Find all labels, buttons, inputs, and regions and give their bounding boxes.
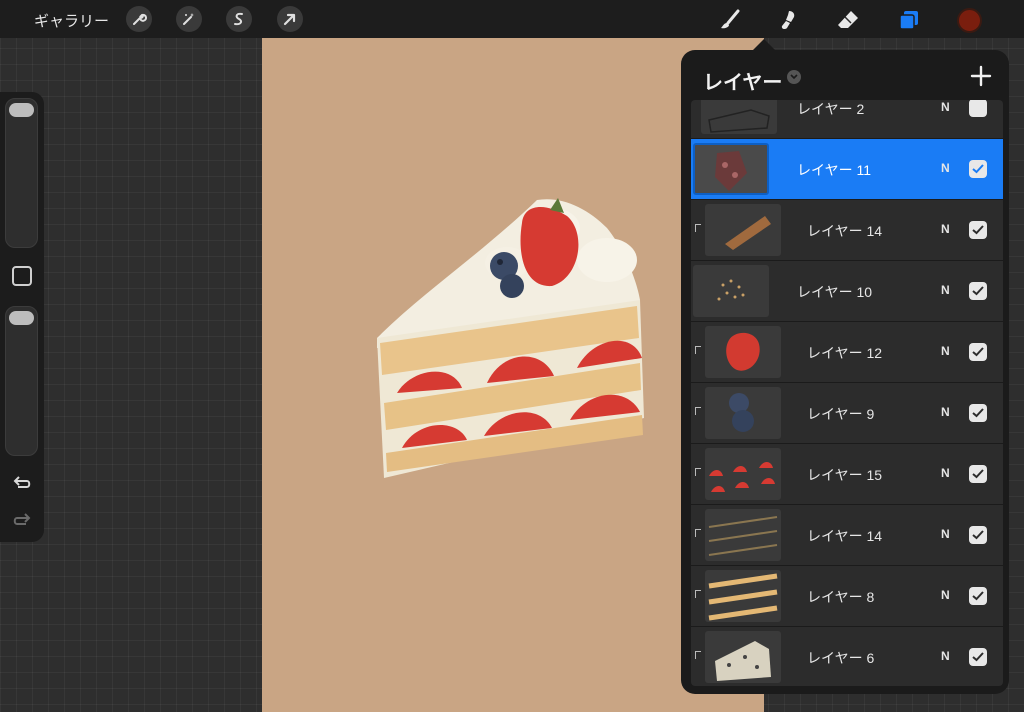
layer-row[interactable]: レイヤー 10 N: [691, 261, 1003, 321]
selection-s-icon[interactable]: [226, 6, 252, 32]
blend-mode-button[interactable]: N: [941, 344, 950, 358]
layer-name: レイヤー 14: [807, 528, 883, 544]
layers-panel-title: レイヤー: [703, 72, 783, 94]
clipping-mask-icon: [695, 651, 701, 659]
blend-mode-button[interactable]: N: [941, 283, 950, 297]
chevron-down-icon[interactable]: [787, 70, 801, 84]
layer-row[interactable]: レイヤー 8 N: [691, 566, 1003, 626]
blend-mode-button[interactable]: N: [941, 527, 950, 541]
layer-row[interactable]: レイヤー 2 N: [691, 100, 1003, 138]
layer-name: レイヤー 12: [807, 345, 883, 361]
blend-mode-button[interactable]: N: [941, 161, 950, 175]
layer-name: レイヤー 6: [807, 650, 875, 666]
layer-visibility-checkbox[interactable]: [969, 587, 987, 605]
layers-list[interactable]: レイヤー 2 N レイヤー 11 N レイヤー 14 N レイヤー 10 N レ…: [691, 100, 1003, 686]
layer-thumbnail: [693, 265, 769, 317]
layer-visibility-checkbox[interactable]: [969, 160, 987, 178]
layer-name: レイヤー 8: [807, 589, 875, 605]
clipping-mask-icon: [695, 590, 701, 598]
blend-mode-button[interactable]: N: [941, 100, 950, 114]
layer-thumbnail: [705, 570, 781, 622]
layer-name: レイヤー 10: [797, 284, 873, 300]
layer-thumbnail: [705, 204, 781, 256]
layer-visibility-checkbox[interactable]: [969, 465, 987, 483]
layer-row[interactable]: レイヤー 12 N: [691, 322, 1003, 382]
blend-mode-button[interactable]: N: [941, 649, 950, 663]
clipping-mask-icon: [695, 468, 701, 476]
brush-icon[interactable]: [716, 6, 744, 34]
brush-size-slider[interactable]: [5, 98, 38, 248]
opacity-slider[interactable]: [5, 306, 38, 456]
layer-thumbnail: [693, 143, 769, 195]
blend-mode-button[interactable]: N: [941, 222, 950, 236]
blend-mode-button[interactable]: N: [941, 405, 950, 419]
layer-row-selected[interactable]: レイヤー 11 N: [691, 139, 1003, 199]
layer-thumbnail: [705, 387, 781, 439]
gallery-button[interactable]: ギャラリー: [34, 10, 109, 31]
clipping-mask-icon: [695, 346, 701, 354]
opacity-knob[interactable]: [9, 311, 34, 325]
layer-name: レイヤー 2: [797, 101, 865, 117]
layer-visibility-checkbox[interactable]: [969, 221, 987, 239]
layer-visibility-checkbox[interactable]: [969, 282, 987, 300]
layers-panel: レイヤー レイヤー 2 N レイヤー 11 N レイヤー 14 N レイヤー 1…: [681, 39, 1009, 694]
layer-visibility-checkbox[interactable]: [969, 404, 987, 422]
transform-arrow-icon[interactable]: [277, 6, 303, 32]
layer-thumbnail: [701, 100, 777, 134]
clipping-mask-icon: [695, 407, 701, 415]
layer-row[interactable]: レイヤー 15 N: [691, 444, 1003, 504]
redo-icon[interactable]: [11, 510, 33, 530]
layer-row[interactable]: レイヤー 14 N: [691, 505, 1003, 565]
plus-icon[interactable]: [969, 64, 993, 88]
layer-thumbnail: [705, 509, 781, 561]
layer-visibility-checkbox[interactable]: [969, 100, 987, 117]
layer-row[interactable]: レイヤー 6 N: [691, 627, 1003, 686]
smudge-icon[interactable]: [774, 6, 802, 34]
blend-mode-button[interactable]: N: [941, 466, 950, 480]
layer-visibility-checkbox[interactable]: [969, 648, 987, 666]
layer-thumbnail: [705, 326, 781, 378]
blend-mode-button[interactable]: N: [941, 588, 950, 602]
color-picker-button[interactable]: [957, 8, 982, 33]
undo-icon[interactable]: [11, 473, 33, 493]
layer-visibility-checkbox[interactable]: [969, 343, 987, 361]
layer-row[interactable]: レイヤー 9 N: [691, 383, 1003, 443]
layer-row[interactable]: レイヤー 14 N: [691, 200, 1003, 260]
layer-name: レイヤー 11: [797, 162, 872, 178]
brush-size-knob[interactable]: [9, 103, 34, 117]
eraser-icon[interactable]: [834, 6, 862, 34]
wrench-icon[interactable]: [126, 6, 152, 32]
layer-thumbnail: [705, 448, 781, 500]
layer-thumbnail: [705, 631, 781, 683]
clipping-mask-icon: [695, 224, 701, 232]
modify-button[interactable]: [12, 266, 32, 286]
layers-icon[interactable]: [895, 6, 923, 34]
left-sidebar: [0, 92, 44, 542]
clipping-mask-icon: [695, 529, 701, 537]
procreate-app: ギャラリー レイヤー レイヤー 2 N レイヤー 11 N レイヤー 14 N …: [0, 0, 1024, 712]
layer-name: レイヤー 14: [807, 223, 883, 239]
top-toolbar: ギャラリー: [0, 0, 1024, 38]
layer-visibility-checkbox[interactable]: [969, 526, 987, 544]
magic-wand-icon[interactable]: [176, 6, 202, 32]
layer-name: レイヤー 15: [807, 467, 883, 483]
layer-name: レイヤー 9: [807, 406, 875, 422]
